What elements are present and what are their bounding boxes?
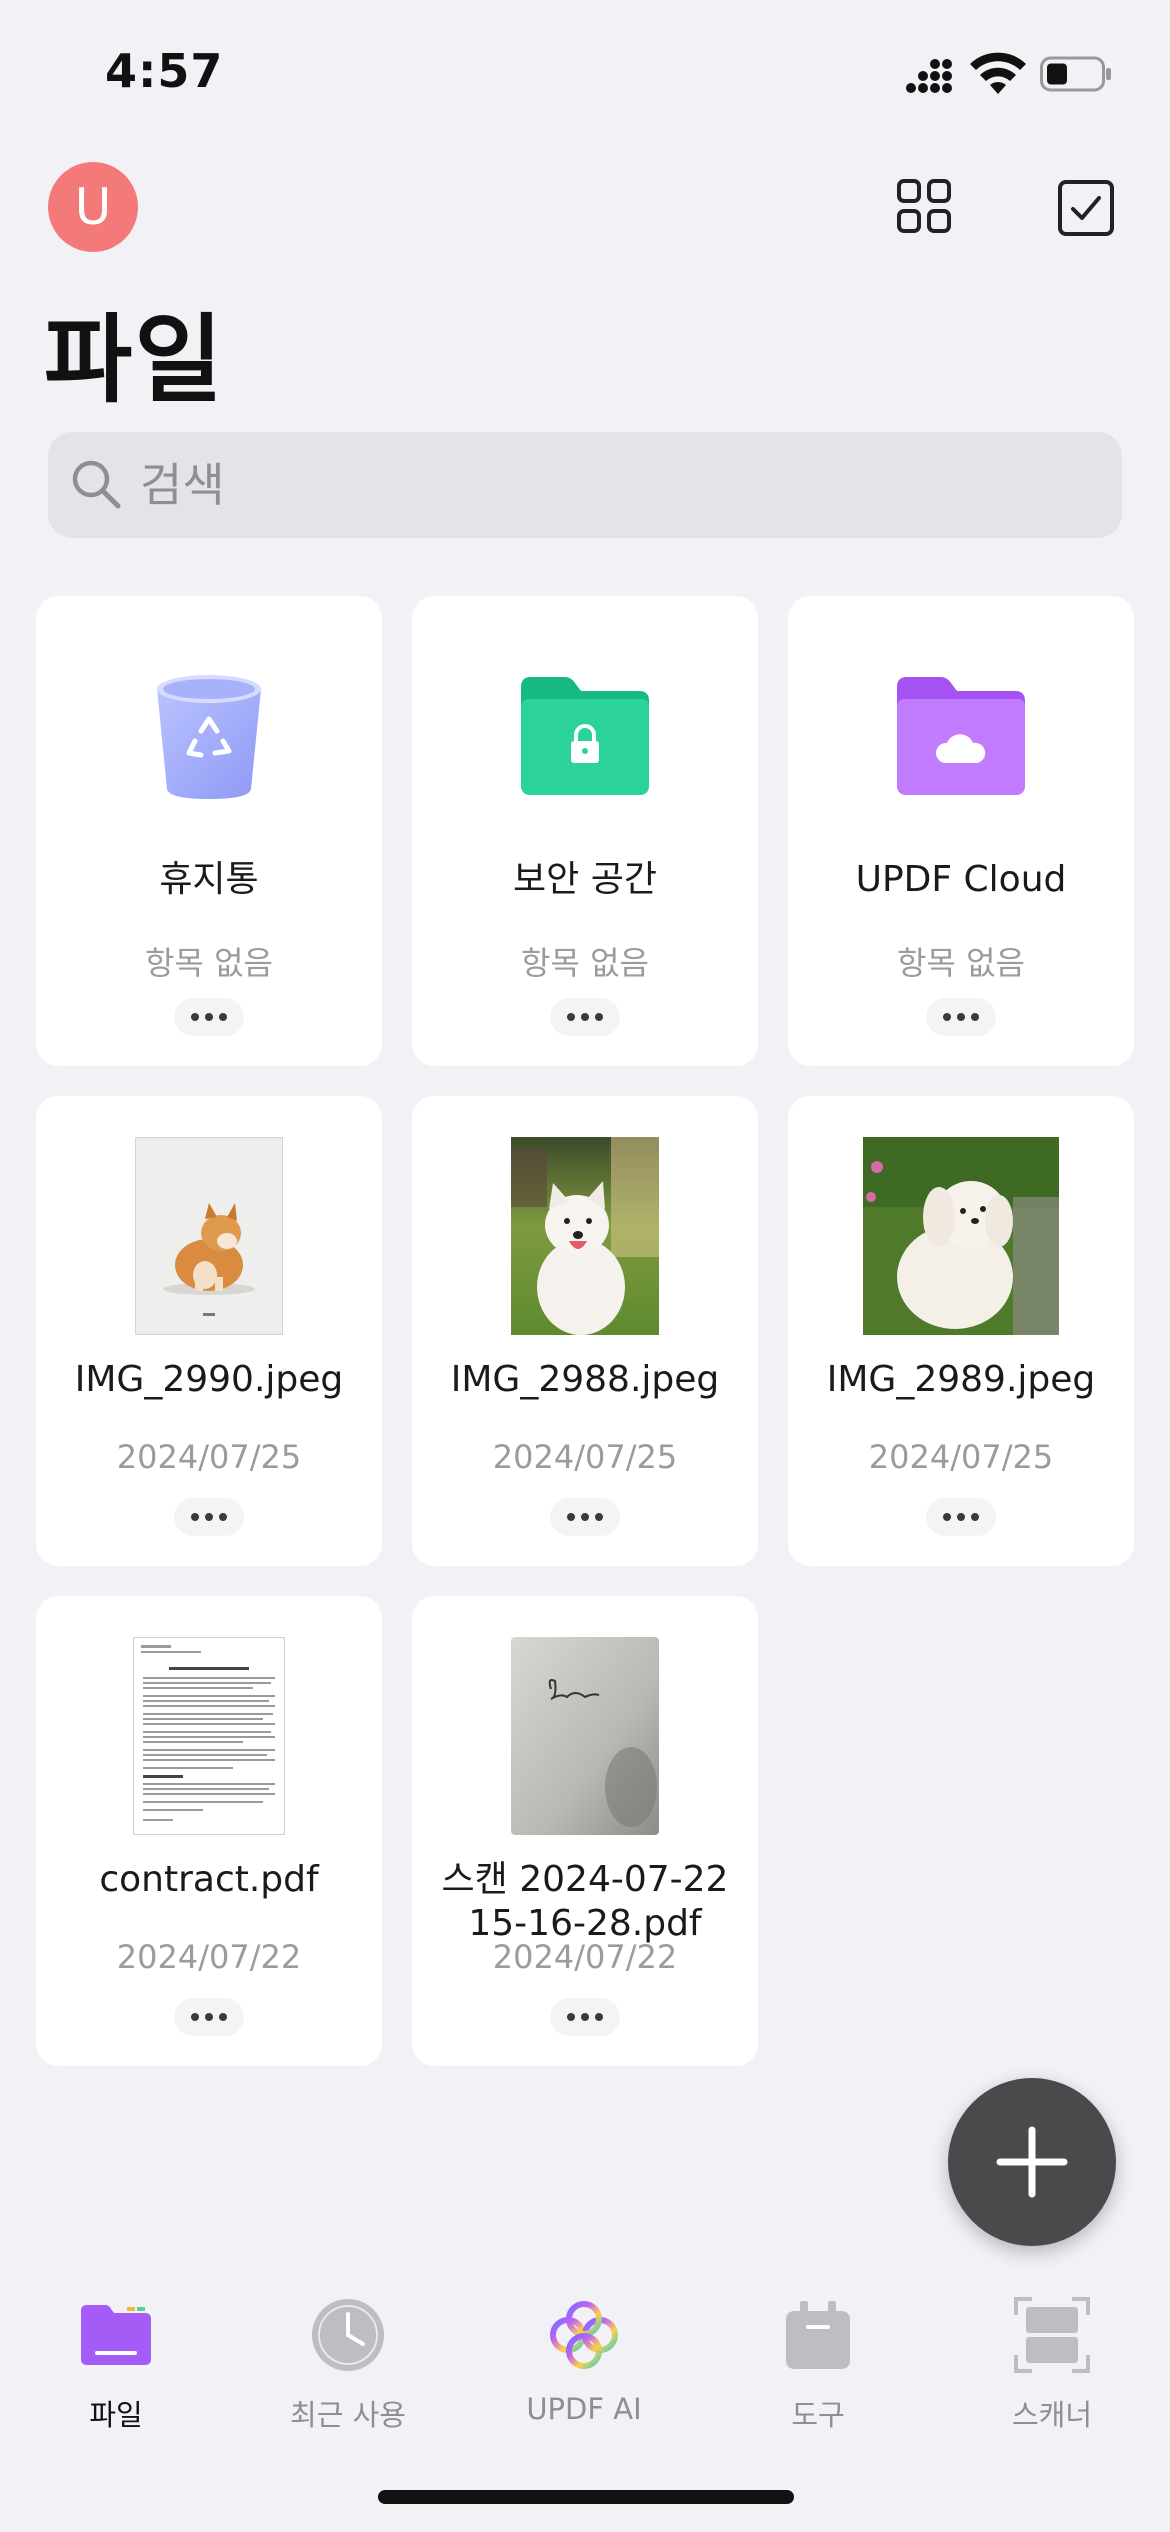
tab-recent[interactable]: 최근 사용 xyxy=(258,2290,438,2434)
more-options-button[interactable] xyxy=(174,998,244,1036)
ai-icon xyxy=(550,2301,618,2369)
card-subtitle: 항목 없음 xyxy=(145,944,273,982)
more-options-button[interactable] xyxy=(174,1998,244,2036)
avatar-letter: U xyxy=(74,178,112,236)
search-input[interactable] xyxy=(140,452,1040,518)
card-subtitle: 항목 없음 xyxy=(897,944,1025,982)
tab-label: UPDF AI xyxy=(526,2392,642,2426)
trash-bin-icon xyxy=(157,675,261,799)
scan-thumbnail xyxy=(511,1637,659,1835)
grid-view-icon[interactable] xyxy=(896,178,952,234)
card-name: IMG_2988.jpeg xyxy=(450,1359,720,1400)
tab-files[interactable]: 파일 xyxy=(26,2290,206,2434)
more-options-button[interactable] xyxy=(550,1498,620,1536)
card-subtitle: 2024/07/22 xyxy=(116,1938,302,1976)
card-name: 휴지통 xyxy=(159,859,259,900)
card-name: IMG_2989.jpeg xyxy=(826,1359,1096,1400)
samoyed-photo-thumbnail xyxy=(511,1137,659,1335)
file-card[interactable]: IMG_2990.jpeg 2024/07/25 xyxy=(36,1096,382,1566)
more-options-button[interactable] xyxy=(926,1498,996,1536)
tab-tools[interactable]: 도구 xyxy=(728,2290,908,2434)
more-options-button[interactable] xyxy=(926,998,996,1036)
cloud-folder-icon xyxy=(897,677,1025,795)
pdf-document-thumbnail xyxy=(133,1637,285,1835)
plus-icon xyxy=(996,2126,1068,2198)
page-title: 파일 xyxy=(44,304,225,416)
file-card[interactable]: IMG_2988.jpeg 2024/07/25 xyxy=(412,1096,758,1566)
toolbox-icon xyxy=(786,2301,850,2369)
file-card[interactable]: 스캔 2024-07-22 15-16-28.pdf 2024/07/22 xyxy=(412,1596,758,2066)
card-name: contract.pdf xyxy=(99,1859,319,1900)
search-icon xyxy=(72,460,121,509)
card-name-line1: 스캔 2024-07-22 xyxy=(441,1859,729,1900)
tab-updf-ai[interactable]: UPDF AI xyxy=(494,2290,674,2426)
card-name: IMG_2990.jpeg xyxy=(74,1359,344,1400)
lock-folder-icon xyxy=(521,677,649,795)
card-subtitle: 2024/07/25 xyxy=(116,1438,302,1476)
card-name: 보안 공간 xyxy=(513,859,657,900)
scanner-icon xyxy=(1014,2297,1090,2373)
tab-label: 도구 xyxy=(791,2398,845,2432)
more-options-button[interactable] xyxy=(174,1498,244,1536)
card-subtitle: 2024/07/25 xyxy=(492,1438,678,1476)
tab-label: 최근 사용 xyxy=(290,2398,406,2432)
clock-icon xyxy=(312,2299,384,2371)
card-name: UPDF Cloud xyxy=(855,859,1067,900)
tab-scanner[interactable]: 스캐너 xyxy=(962,2290,1142,2434)
card-subtitle: 2024/07/25 xyxy=(868,1438,1054,1476)
select-checkbox-icon[interactable] xyxy=(1056,178,1116,238)
card-subtitle: 항목 없음 xyxy=(521,944,649,982)
card-name: 스캔 2024-07-22 15-16-28.pdf xyxy=(412,1858,758,1946)
avatar[interactable]: U xyxy=(48,162,138,252)
secure-space-card[interactable]: 보안 공간 항목 없음 xyxy=(412,596,758,1066)
more-options-button[interactable] xyxy=(550,998,620,1036)
add-button[interactable] xyxy=(948,2078,1116,2246)
wifi-icon xyxy=(970,52,1026,94)
cellular-signal-icon xyxy=(906,59,952,93)
home-indicator xyxy=(378,2490,794,2504)
white-dog-photo-thumbnail xyxy=(863,1137,1059,1335)
file-card[interactable]: IMG_2989.jpeg 2024/07/25 xyxy=(788,1096,1134,1566)
tab-label: 파일 xyxy=(89,2398,143,2432)
battery-icon xyxy=(1040,56,1111,92)
folder-icon xyxy=(81,2305,151,2365)
shiba-photo-thumbnail xyxy=(135,1137,283,1335)
tab-label: 스캐너 xyxy=(1011,2398,1093,2432)
file-card[interactable]: contract.pdf 2024/07/22 xyxy=(36,1596,382,2066)
cloud-card[interactable]: UPDF Cloud 항목 없음 xyxy=(788,596,1134,1066)
status-time: 4:57 xyxy=(105,44,224,98)
card-subtitle: 2024/07/22 xyxy=(492,1938,678,1976)
trash-card[interactable]: 휴지통 항목 없음 xyxy=(36,596,382,1066)
more-options-button[interactable] xyxy=(550,1998,620,2036)
